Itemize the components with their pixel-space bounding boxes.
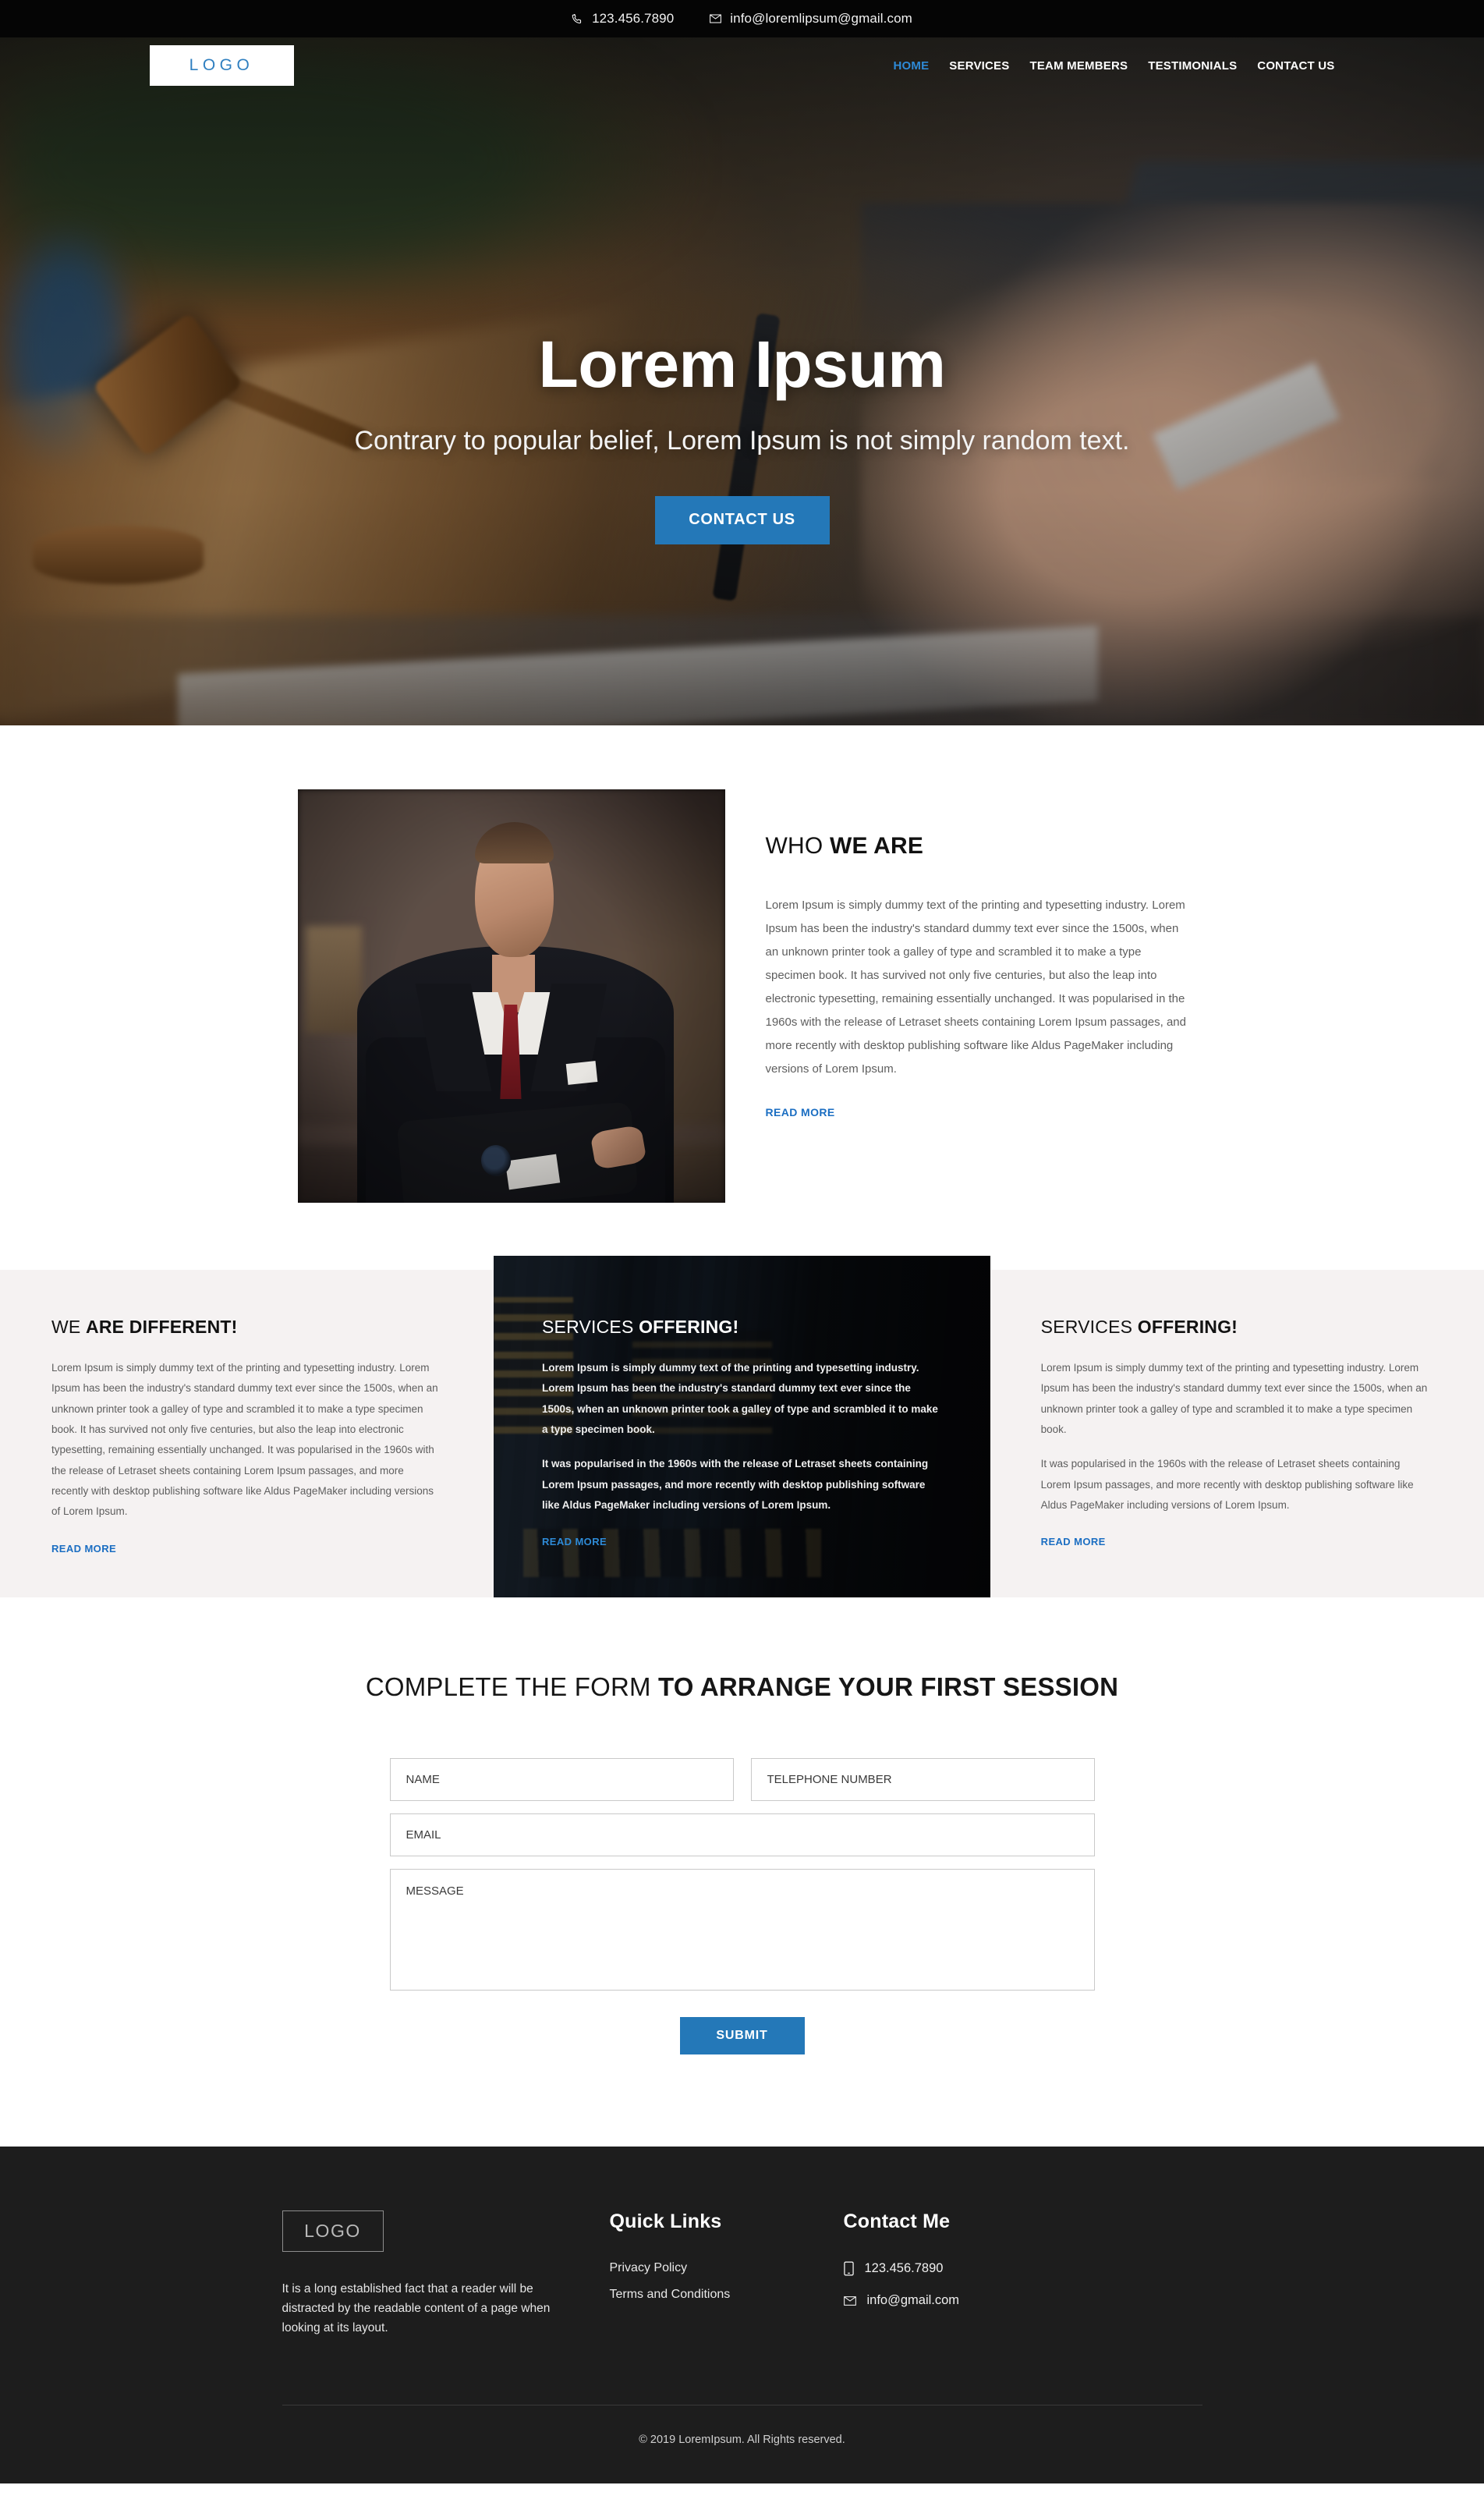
footer-contact-heading: Contact Me [843, 2210, 951, 2232]
about-body-text: Lorem Ipsum is simply dummy text of the … [765, 899, 1187, 1076]
column-2-heading-bold: OFFERING! [639, 1317, 739, 1337]
footer-email[interactable]: info@gmail.com [843, 2293, 1202, 2308]
footer-brand-column: LOGO It is a long established fact that … [282, 2210, 610, 2338]
footer-copyright: © 2019 LoremIpsum. All Rights reserved. [639, 2434, 845, 2447]
mobile-phone-icon [843, 2261, 854, 2276]
footer-phone-text: 123.456.7890 [864, 2261, 944, 2275]
column-3-heading-bold: OFFERING! [1137, 1317, 1238, 1337]
hero-content: Lorem Ipsum Contrary to popular belief, … [0, 94, 1484, 544]
footer-link-terms-and-conditions[interactable]: Terms and Conditions [610, 2288, 844, 2302]
about-heading-bold: WE ARE [829, 833, 924, 859]
footer-logo-text: LOGO [304, 2221, 361, 2241]
nav-links: HOME SERVICES TEAM MEMBERS TESTIMONIALS … [893, 59, 1334, 73]
footer-logo[interactable]: LOGO [282, 2210, 384, 2252]
telephone-input[interactable] [750, 1758, 1095, 1801]
contact-form: SUBMIT [389, 1758, 1095, 2054]
name-input[interactable] [389, 1758, 734, 1801]
column-1-body: Lorem Ipsum is simply dummy text of the … [51, 1358, 443, 1523]
column-2-heading-light: SERVICES [542, 1317, 639, 1337]
phone-icon [572, 13, 583, 25]
column-1-heading: WE ARE DIFFERENT! [51, 1317, 443, 1338]
envelope-icon [843, 2296, 856, 2306]
column-we-are-different: WE ARE DIFFERENT! Lorem Ipsum is simply … [0, 1270, 494, 1597]
column-3-read-more-link[interactable]: READ MORE [1041, 1536, 1106, 1547]
site-logo[interactable]: LOGO [149, 45, 294, 86]
column-2-paragraph-1: Lorem Ipsum is simply dummy text of the … [542, 1362, 938, 1435]
column-2-read-more-link[interactable]: READ MORE [542, 1536, 607, 1547]
footer-quick-links-column: Quick Links Privacy Policy Terms and Con… [610, 2210, 844, 2338]
topbar-phone[interactable]: 123.456.7890 [572, 11, 674, 27]
contact-form-section: COMPLETE THE FORM TO ARRANGE YOUR FIRST … [0, 1597, 1484, 2147]
about-portrait-image [297, 789, 725, 1203]
submit-button[interactable]: SUBMIT [679, 2017, 805, 2054]
about-heading-light: WHO [765, 833, 830, 859]
column-1-heading-bold: ARE DIFFERENT! [86, 1317, 238, 1337]
column-2-paragraph-2: It was popularised in the 1960s with the… [542, 1458, 929, 1511]
column-3-body: Lorem Ipsum is simply dummy text of the … [1041, 1358, 1433, 1516]
column-3-paragraph-2: It was popularised in the 1960s with the… [1040, 1458, 1414, 1511]
top-contact-bar: 123.456.7890 info@loremlipsum@gmail.com [0, 0, 1484, 37]
nav-item-contact-us[interactable]: CONTACT US [1257, 59, 1334, 73]
footer-about-text: It is a long established fact that a rea… [282, 2282, 551, 2335]
column-1-paragraph-1: Lorem Ipsum is simply dummy text of the … [51, 1362, 438, 1518]
topbar-email[interactable]: info@loremlipsum@gmail.com [710, 11, 912, 27]
email-input[interactable] [389, 1813, 1095, 1856]
form-heading-bold: TO ARRANGE YOUR FIRST SESSION [658, 1672, 1119, 1701]
column-services-offering-right: SERVICES OFFERING! Lorem Ipsum is simply… [990, 1270, 1484, 1597]
column-3-paragraph-1: Lorem Ipsum is simply dummy text of the … [1040, 1362, 1428, 1435]
hero-subtitle: Contrary to popular belief, Lorem Ipsum … [354, 426, 1130, 456]
main-navigation: LOGO HOME SERVICES TEAM MEMBERS TESTIMON… [0, 37, 1484, 94]
column-2-body: Lorem Ipsum is simply dummy text of the … [542, 1358, 942, 1516]
about-read-more-link[interactable]: READ MORE [766, 1106, 835, 1119]
services-columns-section: WE ARE DIFFERENT! Lorem Ipsum is simply … [0, 1256, 1484, 1597]
footer-link-privacy-policy[interactable]: Privacy Policy [610, 2261, 844, 2275]
logo-text: LOGO [189, 56, 254, 74]
footer-contact-column: Contact Me 123.456.7890 info@gmail.com [844, 2210, 1202, 2338]
column-1-heading-light: WE [51, 1317, 87, 1337]
page-root: 123.456.7890 info@loremlipsum@gmail.com [0, 0, 1484, 2484]
form-heading-light: COMPLETE THE FORM [365, 1672, 659, 1701]
nav-item-services[interactable]: SERVICES [949, 59, 1009, 73]
form-heading: COMPLETE THE FORM TO ARRANGE YOUR FIRST … [0, 1672, 1484, 1702]
column-services-offering-middle: SERVICES OFFERING! Lorem Ipsum is simply… [494, 1256, 990, 1597]
hero-section: LOGO HOME SERVICES TEAM MEMBERS TESTIMON… [0, 37, 1484, 725]
column-1-read-more-link[interactable]: READ MORE [51, 1543, 116, 1555]
who-we-are-section: WHO WE ARE Lorem Ipsum is simply dummy t… [0, 725, 1484, 1270]
message-textarea[interactable] [389, 1869, 1095, 1991]
footer-phone[interactable]: 123.456.7890 [843, 2261, 1202, 2276]
column-2-heading: SERVICES OFFERING! [542, 1317, 942, 1338]
column-3-heading-light: SERVICES [1040, 1317, 1138, 1337]
column-3-heading: SERVICES OFFERING! [1041, 1317, 1433, 1338]
nav-item-home[interactable]: HOME [893, 59, 929, 73]
topbar-phone-text: 123.456.7890 [592, 11, 675, 26]
about-heading: WHO WE ARE [766, 833, 1187, 860]
site-footer: LOGO It is a long established fact that … [0, 2147, 1484, 2484]
footer-quick-links-heading: Quick Links [609, 2210, 722, 2232]
hero-title: Lorem Ipsum [538, 328, 946, 401]
footer-email-text: info@gmail.com [866, 2293, 960, 2307]
topbar-email-text: info@loremlipsum@gmail.com [730, 11, 912, 26]
nav-item-team-members[interactable]: TEAM MEMBERS [1029, 59, 1128, 73]
hero-contact-us-button[interactable]: CONTACT US [654, 495, 830, 544]
nav-item-testimonials[interactable]: TESTIMONIALS [1148, 59, 1237, 73]
envelope-icon [710, 14, 722, 23]
